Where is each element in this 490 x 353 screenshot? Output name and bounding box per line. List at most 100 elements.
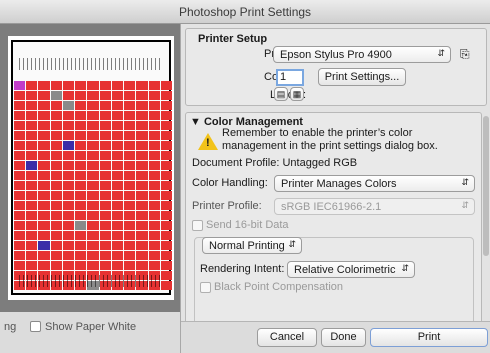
color-patch-grid: [13, 80, 173, 290]
color-patch: [26, 261, 38, 270]
color-patch: [124, 131, 136, 140]
layout-portrait-icon[interactable]: ▤: [274, 87, 288, 101]
color-patch: [148, 111, 160, 120]
layout-landscape-icon[interactable]: ▦: [290, 87, 304, 101]
color-patch: [160, 141, 172, 150]
color-patch: [38, 121, 50, 130]
window-title: Photoshop Print Settings: [178, 5, 312, 19]
color-patch: [124, 81, 136, 90]
color-patch: [14, 241, 26, 250]
color-patch: [62, 251, 75, 260]
color-patch: [87, 221, 99, 230]
color-patch: [50, 181, 62, 190]
color-patch: [38, 171, 50, 180]
color-patch: [160, 171, 172, 180]
dialog-actions: Cancel Done Print: [181, 321, 490, 353]
color-patch: [148, 191, 160, 200]
color-patch: [99, 131, 111, 140]
color-patch: [14, 121, 26, 130]
color-patch: [124, 161, 136, 170]
color-patch: [75, 241, 87, 250]
color-patch: [87, 81, 99, 90]
rendering-intent-label: Rendering Intent:: [200, 263, 285, 275]
color-patch: [26, 191, 38, 200]
color-patch: [160, 221, 172, 230]
color-patch: [136, 211, 148, 220]
updown-arrows-icon: ⇵: [288, 239, 296, 249]
color-patch: [38, 261, 50, 270]
printer-select[interactable]: Epson Stylus Pro 4900 ⇵: [273, 46, 451, 63]
color-patch: [26, 171, 38, 180]
color-patch: [148, 81, 160, 90]
color-patch: [38, 191, 50, 200]
printer-sharing-icon[interactable]: ⎘: [460, 47, 470, 62]
color-patch: [50, 241, 62, 250]
color-patch: [14, 141, 26, 150]
color-patch: [38, 111, 50, 120]
color-patch: [124, 261, 136, 270]
color-patch: [26, 151, 38, 160]
color-patch: [14, 231, 26, 240]
color-patch: [14, 181, 26, 190]
color-patch: [62, 111, 75, 120]
color-patch: [111, 251, 124, 260]
color-patch: [87, 211, 99, 220]
color-patch: [14, 251, 26, 260]
color-patch: [124, 211, 136, 220]
color-patch: [50, 211, 62, 220]
print-settings-button[interactable]: Print Settings...: [318, 68, 406, 86]
printer-setup-heading: Printer Setup: [198, 33, 268, 45]
color-patch: [14, 191, 26, 200]
color-patch: [136, 241, 148, 250]
normal-printing-select[interactable]: Normal Printing ⇵: [202, 237, 302, 254]
color-patch: [75, 171, 87, 180]
color-patch: [62, 161, 75, 170]
color-patch: [99, 261, 111, 270]
updown-arrows-icon: ⇵: [437, 48, 445, 58]
color-patch: [50, 121, 62, 130]
color-patch: [38, 251, 50, 260]
show-paper-white-checkbox[interactable]: [30, 321, 41, 332]
color-patch: [99, 81, 111, 90]
color-patch: [50, 231, 62, 240]
color-patch: [38, 91, 50, 100]
color-patch: [50, 201, 62, 210]
color-patch: [26, 161, 38, 170]
color-patch: [38, 141, 50, 150]
rendering-intent-select[interactable]: Relative Colorimetric ⇵: [287, 261, 415, 278]
color-patch: [87, 131, 99, 140]
color-patch: [124, 241, 136, 250]
settings-panel: Printer Setup Printer: Epson Stylus Pro …: [181, 24, 490, 353]
color-patch: [124, 141, 136, 150]
color-patch: [50, 161, 62, 170]
send-16bit-checkbox[interactable]: [192, 220, 203, 231]
color-patch: [148, 151, 160, 160]
black-point-checkbox[interactable]: [200, 282, 211, 293]
color-patch: [62, 91, 75, 100]
color-patch: [124, 191, 136, 200]
color-patch: [124, 101, 136, 110]
color-patch: [62, 181, 75, 190]
color-patch: [26, 81, 38, 90]
color-patch: [160, 191, 172, 200]
color-patch: [148, 241, 160, 250]
color-patch: [160, 91, 172, 100]
copies-input[interactable]: 1: [276, 69, 304, 86]
color-patch: [62, 151, 75, 160]
color-handling-select[interactable]: Printer Manages Colors ⇵: [274, 175, 475, 192]
done-button[interactable]: Done: [321, 328, 366, 347]
color-patch: [99, 181, 111, 190]
color-patch: [136, 201, 148, 210]
color-patch: [99, 231, 111, 240]
printer-profile-label: Printer Profile:: [192, 200, 262, 212]
color-patch: [99, 171, 111, 180]
color-patch: [111, 241, 124, 250]
print-button[interactable]: Print: [370, 328, 488, 347]
scrollbar-thumb[interactable]: [483, 116, 489, 256]
color-patch: [136, 81, 148, 90]
cancel-button[interactable]: Cancel: [257, 328, 317, 347]
printer-profile-value: sRGB IEC61966-2.1: [281, 201, 382, 213]
color-patch: [62, 81, 75, 90]
color-patch: [26, 211, 38, 220]
printer-profile-select[interactable]: sRGB IEC61966-2.1 ⇵: [274, 198, 475, 215]
